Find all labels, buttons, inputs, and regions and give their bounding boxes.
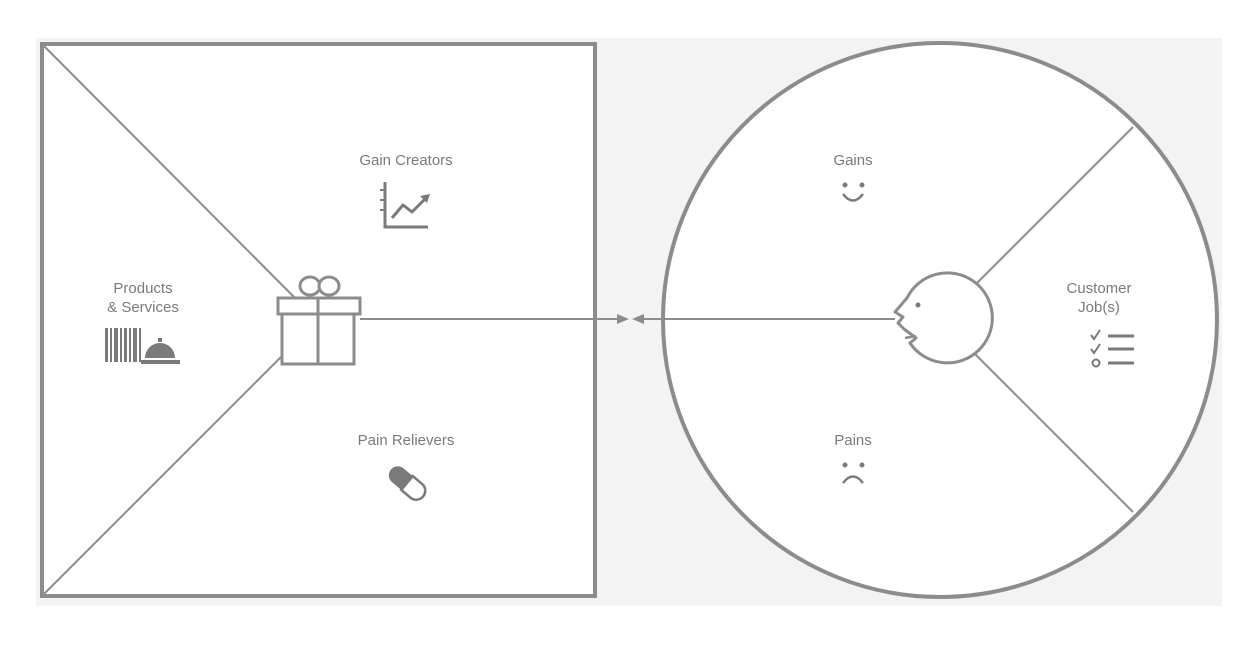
gains-label: Gains — [833, 152, 872, 169]
pain-relievers-label: Pain Relievers — [358, 432, 455, 449]
pains-label: Pains — [834, 432, 872, 449]
value-proposition-canvas: Gain Creators Products & Services Pain R… — [36, 38, 1222, 606]
gain-creators-label: Gain Creators — [359, 152, 452, 169]
customer-jobs-label-line2: Job(s) — [1078, 299, 1120, 316]
products-services-label-line2: & Services — [107, 299, 179, 316]
customer-jobs-label-line1: Customer — [1066, 280, 1131, 297]
products-services-label-line1: Products — [113, 280, 172, 297]
